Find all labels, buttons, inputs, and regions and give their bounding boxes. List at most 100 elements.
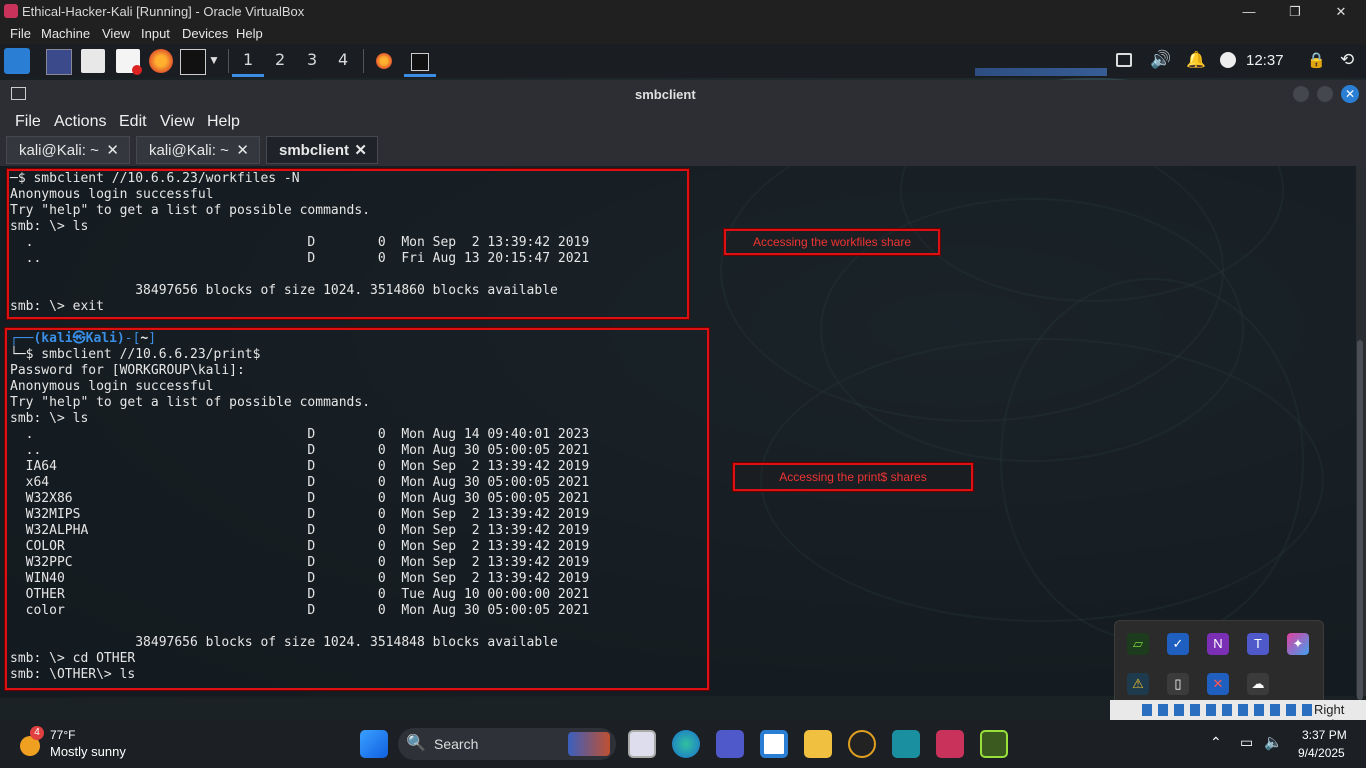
terminal-minimize-button[interactable]: [1293, 86, 1309, 102]
scrollbar-thumb[interactable]: [1357, 340, 1363, 700]
terminal-menu-actions[interactable]: Actions: [54, 113, 106, 131]
vbox-window-title: Ethical-Hacker-Kali [Running] - Oracle V…: [22, 4, 305, 19]
task-view-icon[interactable]: [628, 730, 656, 758]
vbox-status-bar: Right Ctrl: [1110, 700, 1366, 732]
onenote-icon[interactable]: N: [1207, 633, 1229, 655]
active-window-indicator: [404, 74, 436, 77]
vbox-menu-bar: File Machine View Input Devices Help: [0, 23, 1366, 44]
terminal-menu-file[interactable]: File: [15, 113, 41, 131]
kali-panel: ▼ 1 2 3 4 🔊 🔔 12:37 🔒 ⟲: [0, 44, 1366, 78]
security-alert-icon[interactable]: ✕: [1207, 673, 1229, 695]
minimize-button[interactable]: —: [1226, 2, 1272, 22]
tab-kali-2[interactable]: kali@Kali: ~ ✕: [136, 136, 260, 164]
app-tray-icon[interactable]: ▱: [1127, 633, 1149, 655]
virtualbox-app-icon: [4, 4, 18, 18]
defender-shield-icon[interactable]: ✓: [1167, 633, 1189, 655]
divider: [363, 49, 364, 73]
vbox-menu-view[interactable]: View: [102, 26, 130, 41]
vbox-menu-file[interactable]: File: [10, 26, 31, 41]
weather-temp: 77°F: [50, 728, 76, 742]
teams-icon[interactable]: T: [1247, 633, 1269, 655]
close-button[interactable]: ✕: [1318, 2, 1364, 22]
terminal-maximize-button[interactable]: [1317, 86, 1333, 102]
terminal-window-icon: [11, 87, 26, 100]
highlight-box-workfiles: [7, 169, 689, 319]
tab-label: kali@Kali: ~: [19, 142, 99, 159]
vbox-title-bar: Ethical-Hacker-Kali [Running] - Oracle V…: [0, 0, 1366, 23]
chevron-up-icon[interactable]: ⌃: [1210, 734, 1222, 751]
tab-label: kali@Kali: ~: [149, 142, 229, 159]
text-editor-icon[interactable]: [116, 49, 142, 75]
active-workspace-indicator: [232, 74, 264, 77]
tab-kali-1[interactable]: kali@Kali: ~ ✕: [6, 136, 130, 164]
terminal-title-bar: smbclient ✕: [0, 80, 1366, 108]
tab-smbclient[interactable]: smbclient ✕: [266, 136, 378, 164]
terminal-icon[interactable]: [180, 49, 206, 75]
app-icon-gauge[interactable]: [848, 730, 876, 758]
taskbar-time[interactable]: 3:37 PM: [1302, 728, 1347, 742]
teams-icon[interactable]: [716, 730, 744, 758]
terminal-menu-bar: File Actions Edit View Help: [0, 108, 1366, 136]
terminal-window-icon[interactable]: [411, 53, 429, 71]
notification-bell-icon[interactable]: 🔔: [1186, 50, 1206, 70]
close-icon[interactable]: ✕: [354, 141, 367, 159]
logout-icon[interactable]: ⟲: [1340, 50, 1354, 70]
workspace-3[interactable]: 3: [307, 50, 317, 69]
edge-icon[interactable]: [672, 730, 700, 758]
show-desktop-icon[interactable]: [46, 49, 72, 75]
volume-icon[interactable]: 🔈: [1264, 733, 1283, 751]
panel-clock[interactable]: 12:37: [1246, 52, 1284, 69]
power-manager-icon[interactable]: [1220, 52, 1236, 68]
highlight-box-print: [5, 328, 709, 690]
vmware-icon[interactable]: [892, 730, 920, 758]
close-icon[interactable]: ✕: [106, 141, 119, 159]
search-box[interactable]: 🔍 Search: [398, 728, 616, 760]
network-icon[interactable]: ▭: [1240, 734, 1253, 751]
app-icon-green[interactable]: [980, 730, 1008, 758]
warning-app-icon[interactable]: ⚠: [1127, 673, 1149, 695]
vbox-menu-machine[interactable]: Machine: [41, 26, 90, 41]
workspace-4[interactable]: 4: [338, 50, 348, 69]
terminal-window-title: smbclient: [635, 87, 696, 102]
divider: [228, 49, 229, 73]
weather-desc: Mostly sunny: [50, 744, 126, 759]
file-explorer-icon[interactable]: [804, 730, 832, 758]
search-label: Search: [434, 736, 479, 752]
workspace-2[interactable]: 2: [275, 50, 285, 69]
copilot-icon[interactable]: ✦: [1287, 633, 1309, 655]
volume-icon[interactable]: 🔊: [1150, 50, 1171, 70]
workspace-1[interactable]: 1: [243, 50, 253, 69]
vbox-menu-input[interactable]: Input: [141, 26, 170, 41]
close-icon[interactable]: ✕: [236, 141, 249, 159]
vbox-menu-help[interactable]: Help: [236, 26, 263, 41]
vbox-menu-devices[interactable]: Devices: [182, 26, 228, 41]
terminal-menu-view[interactable]: View: [160, 113, 194, 131]
virtualbox-icon[interactable]: [936, 730, 964, 758]
vbox-device-icons: [1142, 704, 1312, 716]
firefox-window-icon[interactable]: [376, 53, 392, 69]
kali-menu-icon[interactable]: [4, 48, 30, 74]
tray-overflow-popup: ▱ ✓ N T ✦ ⚠ ▯ ✕ ☁: [1114, 620, 1324, 706]
terminal-menu-edit[interactable]: Edit: [119, 113, 147, 131]
search-icon: 🔍: [406, 735, 426, 752]
terminal-menu-help[interactable]: Help: [207, 113, 240, 131]
windows-taskbar: 4 77°F Mostly sunny 🔍 Search ⌃ ▭ 🔈 3:37 …: [0, 720, 1366, 768]
restore-button[interactable]: ❐: [1272, 2, 1318, 22]
weather-widget[interactable]: 4 77°F Mostly sunny: [18, 726, 158, 764]
file-manager-icon[interactable]: [81, 49, 105, 73]
weather-badge: 4: [30, 726, 44, 740]
firefox-icon[interactable]: [149, 49, 173, 73]
annotation-workfiles: Accessing the workfiles share: [724, 229, 940, 255]
cpu-graph: [975, 68, 1107, 76]
usb-eject-icon[interactable]: ▯: [1167, 673, 1189, 695]
search-highlight-icon: [568, 732, 610, 756]
annotation-print: Accessing the print$ shares: [733, 463, 973, 491]
start-button[interactable]: [360, 730, 388, 758]
lock-icon[interactable]: 🔒: [1307, 51, 1326, 69]
taskbar-date[interactable]: 9/4/2025: [1298, 746, 1345, 760]
cloud-offline-icon[interactable]: ☁: [1247, 673, 1269, 695]
chevron-down-icon[interactable]: ▼: [208, 53, 220, 67]
store-icon[interactable]: [760, 730, 788, 758]
terminal-close-button[interactable]: ✕: [1341, 85, 1359, 103]
display-icon[interactable]: [1116, 53, 1132, 67]
